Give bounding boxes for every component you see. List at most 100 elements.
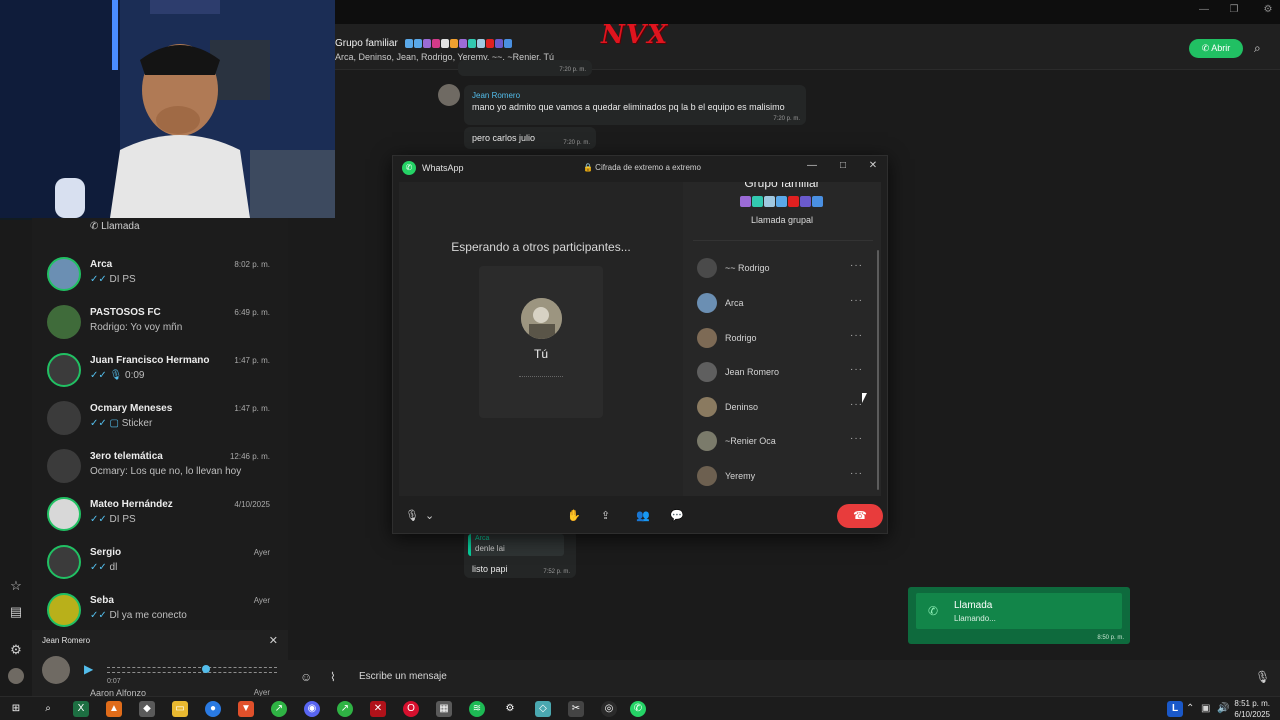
settings-icon[interactable]: ⚙ — [8, 642, 24, 658]
message-composer: ☺ ⌇ Escribe un mensaje 🎙 — [288, 660, 1280, 696]
starred-icon[interactable]: ☆ — [8, 578, 24, 594]
spotify-icon[interactable]: ≋ — [469, 701, 485, 717]
start-icon[interactable]: ⊞ — [8, 701, 24, 717]
excel-icon[interactable]: X — [73, 701, 89, 717]
app-icon[interactable]: ◎ — [601, 701, 617, 717]
window-maximize-button[interactable]: ❐ — [1226, 4, 1242, 18]
read-ticks-icon: ✓✓ — [90, 274, 107, 285]
window-minimize-button[interactable]: — — [1196, 4, 1212, 18]
search-icon[interactable]: ⌕ — [1254, 41, 1261, 56]
participant-row[interactable]: Jean Romero ··· — [695, 359, 871, 385]
chat-item-sergio[interactable]: Sergio ✓✓ dl Ayer — [32, 538, 288, 586]
app-icon[interactable]: ↗ — [337, 701, 353, 717]
participant-row[interactable]: Yeremy ··· — [695, 463, 871, 489]
chat-item-telematica[interactable]: 3ero telemática Ocmary: Los que no, lo l… — [32, 442, 288, 490]
file-explorer-icon[interactable]: ▭ — [172, 701, 188, 717]
participant-row[interactable]: ~Renier Oca ··· — [695, 428, 871, 454]
chat-item-seba[interactable]: Seba ✓✓ Dl ya me conecto Ayer — [32, 586, 288, 634]
app-icon[interactable]: ↗ — [271, 701, 287, 717]
participant-row[interactable]: ~~ Rodrigo ··· — [695, 255, 871, 281]
chat-time: 8:02 p. m. — [234, 260, 270, 269]
chat-item-mateo[interactable]: Mateo Hernández ✓✓ DI PS 4/10/2025 — [32, 490, 288, 538]
hang-up-button[interactable]: ☎ — [837, 504, 883, 528]
capcut-icon[interactable]: ✂ — [568, 701, 584, 717]
profile-avatar[interactable] — [8, 668, 24, 684]
raise-hand-icon[interactable]: ✋ — [567, 509, 581, 522]
attach-icon[interactable]: ⌇ — [330, 670, 336, 684]
call-close-button[interactable]: ✕ — [866, 160, 880, 174]
emoji-icon[interactable]: ☺ — [300, 670, 312, 684]
participant-name: Jean Romero — [725, 367, 780, 377]
phone-icon: ✆ — [928, 604, 939, 618]
chrome-icon[interactable]: ● — [205, 701, 221, 717]
chevron-down-icon[interactable]: ⌄ — [425, 509, 434, 522]
left-rail: ☆ ▤ ⚙ — [0, 220, 32, 696]
audio-close-button[interactable]: ✕ — [269, 634, 278, 647]
more-options-icon[interactable]: ··· — [850, 330, 863, 341]
chat-last-message: ✓✓ 🎙 0:09 — [90, 370, 144, 381]
more-options-icon[interactable]: ··· — [850, 468, 863, 479]
steam-icon[interactable]: ⚙ — [502, 701, 518, 717]
search-icon[interactable]: ⌕ — [40, 701, 56, 717]
call-maximize-button[interactable]: □ — [836, 160, 850, 174]
chat-last-message: ✓✓ Dl ya me conecto — [90, 610, 187, 621]
avatar — [697, 397, 717, 417]
app-icon[interactable]: ✕ — [370, 701, 386, 717]
audio-scrubber-handle[interactable] — [202, 665, 210, 673]
open-button[interactable]: ✆ Abrir — [1189, 39, 1243, 58]
chat-item-pastosos[interactable]: PASTOSOS FC Rodrigo: Yo voy mñn 6:49 p. … — [32, 298, 288, 346]
chevron-up-icon[interactable]: ⌃ — [1186, 703, 1194, 714]
participant-row[interactable]: Rodrigo ··· — [695, 325, 871, 351]
participant-name: Arca — [725, 298, 744, 308]
participant-row[interactable]: Deninso ··· — [695, 394, 871, 420]
call-app-name: WhatsApp — [422, 163, 464, 173]
call-minimize-button[interactable]: — — [805, 160, 819, 174]
vlc-icon[interactable]: ▲ — [106, 701, 122, 717]
participant-row[interactable]: Arca ··· — [695, 290, 871, 316]
chat-name: Ocmary Meneses — [90, 403, 173, 414]
app-icon[interactable]: ◇ — [535, 701, 551, 717]
chat-icon[interactable]: 💬 — [670, 509, 684, 522]
read-ticks-icon: ✓✓ — [90, 562, 107, 573]
chat-item-juan[interactable]: Juan Francisco Hermano ✓✓ 🎙 0:09 1:47 p.… — [32, 346, 288, 394]
chat-list-item-call[interactable]: ✆ Llamada — [32, 218, 288, 238]
message-time: 7:20 p. m. — [773, 116, 800, 122]
chat-time: 12:46 p. m. — [229, 452, 270, 461]
clock[interactable]: 8:51 p. m. 6/10/2025 — [1234, 698, 1270, 720]
call-controls: 🎙 ⌄ ✋ ⇪ 👥 💬 ☎ — [393, 497, 887, 534]
settings-gear-icon[interactable]: ⚙ — [1260, 4, 1276, 18]
more-options-icon[interactable]: ··· — [850, 260, 863, 271]
microphone-icon[interactable]: 🎙 — [1255, 670, 1270, 684]
quoted-message[interactable]: Arca denle lai — [468, 534, 564, 556]
chat-time: 6:49 p. m. — [234, 308, 270, 317]
calculator-icon[interactable]: ▦ — [436, 701, 452, 717]
opera-icon[interactable]: O — [403, 701, 419, 717]
network-icon[interactable]: ▣ — [1201, 703, 1210, 714]
add-participant-icon[interactable]: 👥 — [636, 509, 650, 522]
chat-name: 3ero telemática — [90, 451, 163, 462]
chat-item-arca[interactable]: Arca ✓✓ DI PS 8:02 p. m. — [32, 250, 288, 298]
avatar — [697, 466, 717, 486]
discord-icon[interactable]: ◉ — [304, 701, 320, 717]
archive-icon[interactable]: ▤ — [8, 604, 24, 620]
volume-icon[interactable]: 🔊 — [1217, 703, 1229, 714]
microphone-icon[interactable]: 🎙 — [405, 509, 419, 522]
audio-player: Jean Romero ✕ ▶ 0:07 Aaron Alfonzo Ayer — [32, 630, 288, 698]
conversation-header[interactable]: Grupo familiar Arca, Deninso, Jean, Rodr… — [288, 20, 1280, 70]
chat-item-ocmary[interactable]: Ocmary Meneses ✓✓ ▢ Sticker 1:47 p. m. — [32, 394, 288, 442]
more-options-icon[interactable]: ··· — [850, 295, 863, 306]
play-icon[interactable]: ▶ — [84, 662, 93, 676]
audio-waveform[interactable] — [107, 667, 277, 673]
participants-panel: Grupo familiar Llamada grupal ~~ Rodrigo… — [683, 182, 881, 496]
audio-sender: Jean Romero — [42, 636, 91, 645]
more-options-icon[interactable]: ··· — [850, 433, 863, 444]
call-notification[interactable]: ✆ Llamada Llamando... 8:50 p. m. — [908, 587, 1130, 644]
language-indicator[interactable]: L — [1167, 701, 1183, 717]
whatsapp-icon[interactable]: ✆ — [630, 701, 646, 717]
participants-scrollbar[interactable] — [877, 250, 879, 490]
app-icon[interactable]: ◆ — [139, 701, 155, 717]
brave-icon[interactable]: ▼ — [238, 701, 254, 717]
more-options-icon[interactable]: ··· — [850, 364, 863, 375]
share-screen-icon[interactable]: ⇪ — [601, 509, 610, 522]
message-input[interactable]: Escribe un mensaje — [359, 671, 447, 682]
